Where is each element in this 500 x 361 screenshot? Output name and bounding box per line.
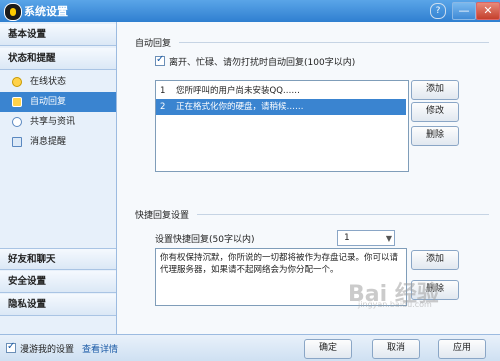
auto-reply-section-title: 自动回复 (135, 39, 172, 49)
list-item[interactable]: 1 您所呼叫的用户尚未安装QQ…… (156, 83, 406, 99)
auto-reply-checkbox-label: 离开、忙碌、请勿打扰时自动回复(100字以内) (169, 58, 356, 68)
cancel-button[interactable]: 取消 (372, 339, 420, 359)
sidebar-item-message-reminder[interactable]: 消息提醒 (0, 132, 116, 152)
add-reply-button[interactable]: 添加 (411, 80, 459, 100)
sidebar-category-status[interactable]: 状态和提醒 (0, 48, 116, 70)
delete-reply-button[interactable]: 删除 (411, 126, 459, 146)
roam-settings-checkbox[interactable] (6, 341, 16, 353)
sidebar-item-label: 共享与资讯 (30, 117, 76, 127)
sidebar-item-auto-reply[interactable]: 自动回复 (0, 92, 116, 112)
list-item[interactable]: 2 正在格式化你的硬盘，请稍候…… (156, 99, 406, 115)
close-button[interactable]: ✕ (476, 2, 500, 20)
sidebar-category-basic[interactable]: 基本设置 (0, 24, 116, 46)
sidebar-item-label: 自动回复 (30, 97, 67, 107)
qq-penguin-icon (4, 3, 22, 21)
minimize-button[interactable]: — (452, 2, 476, 20)
apply-button[interactable]: 应用 (438, 339, 486, 359)
window-title: 系统设置 (24, 5, 68, 18)
view-details-link[interactable]: 查看详情 (82, 342, 118, 355)
chevron-down-icon: ▼ (385, 234, 392, 243)
message-reminder-icon (12, 137, 22, 147)
add-quick-reply-button[interactable]: 添加 (411, 250, 459, 270)
title-bar: 系统设置 ? — ✕ (0, 0, 500, 22)
share-info-icon (12, 117, 22, 127)
settings-panel: 自动回复 离开、忙碌、请勿打扰时自动回复(100字以内) 1 您所呼叫的用户尚未… (117, 22, 500, 334)
sidebar-item-share-info[interactable]: 共享与资讯 (0, 112, 116, 132)
auto-reply-list[interactable]: 1 您所呼叫的用户尚未安装QQ…… 2 正在格式化你的硬盘，请稍候…… (155, 80, 409, 172)
sidebar-item-online-status[interactable]: 在线状态 (0, 72, 116, 92)
bottom-bar: 漫游我的设置 查看详情 确定 取消 应用 (0, 334, 500, 361)
section-divider (197, 214, 489, 215)
online-status-icon (12, 77, 22, 87)
help-button[interactable]: ? (430, 3, 446, 19)
roam-settings-label: 漫游我的设置 (20, 345, 75, 355)
quick-reply-section-title: 快捷回复设置 (135, 211, 190, 221)
section-divider (179, 42, 489, 43)
edit-reply-button[interactable]: 修改 (411, 102, 459, 122)
ok-button[interactable]: 确定 (304, 339, 352, 359)
sidebar-category-friends[interactable]: 好友和聊天 (0, 248, 116, 270)
auto-reply-checkbox[interactable] (155, 54, 165, 66)
sidebar: 基本设置 状态和提醒 在线状态 自动回复 共享与资讯 消息提醒 好友和聊天 安全… (0, 22, 117, 334)
quick-reply-select[interactable]: 1 ▼ (337, 230, 395, 246)
auto-reply-icon (12, 97, 22, 107)
sidebar-category-privacy[interactable]: 隐私设置 (0, 294, 116, 316)
sidebar-item-label: 在线状态 (30, 77, 67, 87)
sidebar-item-label: 消息提醒 (30, 137, 67, 147)
sidebar-category-security[interactable]: 安全设置 (0, 271, 116, 293)
quick-reply-setting-label: 设置快捷回复(50字以内) (155, 235, 255, 245)
